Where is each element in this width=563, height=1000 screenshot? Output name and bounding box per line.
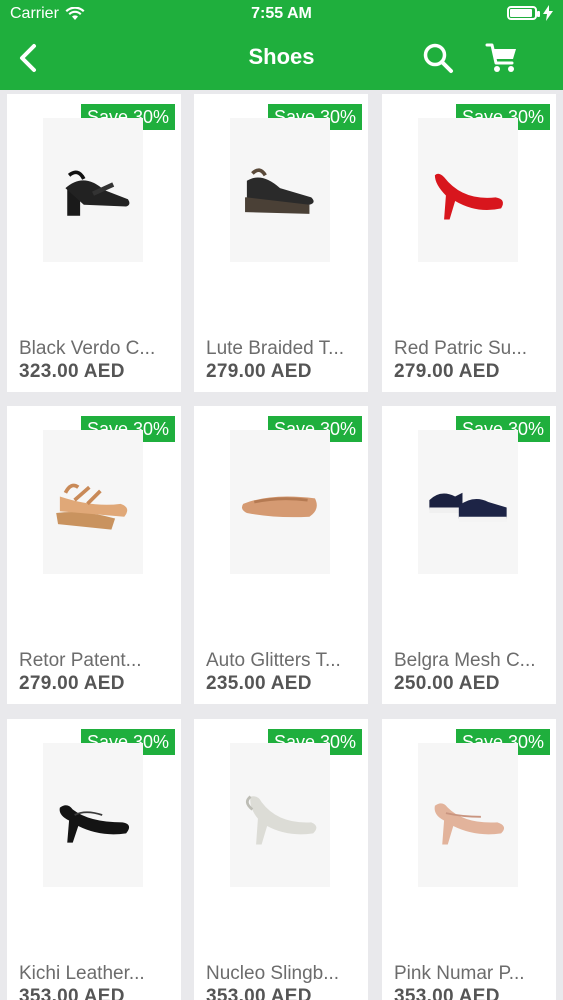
product-image — [43, 118, 143, 262]
app-header: Carrier 7:55 AM Shoes — [0, 0, 563, 90]
product-price: 353.00 AED — [19, 986, 125, 1000]
product-price: 279.00 AED — [19, 673, 125, 694]
product-price: 235.00 AED — [206, 673, 312, 694]
status-bar: Carrier 7:55 AM — [0, 0, 563, 28]
slingback-image — [245, 795, 317, 845]
battery-icon — [507, 6, 540, 20]
product-name: Pink Numar P... — [394, 963, 525, 984]
product-name: Black Verdo C... — [19, 338, 156, 359]
product-name: Lute Braided T... — [206, 338, 345, 359]
product-price: 279.00 AED — [206, 361, 312, 382]
product-image — [418, 118, 518, 262]
product-image — [230, 430, 330, 574]
product-price: 323.00 AED — [19, 361, 125, 382]
product-name: Kichi Leather... — [19, 963, 145, 984]
battery-indicator — [507, 5, 553, 21]
sandal-heel-image — [65, 170, 130, 216]
product-price: 250.00 AED — [394, 673, 500, 694]
product-card[interactable]: Save 30% Nucleo Slingb... 353.00 AED — [194, 719, 368, 1000]
product-name: Belgra Mesh C... — [394, 650, 536, 671]
page-title: Shoes — [248, 44, 315, 69]
product-name: Retor Patent... — [19, 650, 142, 671]
cart-icon — [485, 43, 516, 72]
product-card[interactable]: Save 30% Belgra Mesh C... 250.00 AED — [382, 406, 556, 704]
product-image — [43, 430, 143, 574]
product-card[interactable]: Save 30% Kichi Leather... 353.00 AED — [7, 719, 181, 1000]
product-price: 353.00 AED — [394, 986, 500, 1000]
cart-button[interactable] — [482, 38, 522, 78]
product-card[interactable]: Save 30% Lute Braided T... 279.00 AED — [194, 94, 368, 392]
product-price: 353.00 AED — [206, 986, 312, 1000]
clock: 7:55 AM — [251, 5, 312, 22]
product-card[interactable]: Save 30% Pink Numar P... 353.00 AED — [382, 719, 556, 1000]
product-card[interactable]: Save 30% Red Patric Su... 279.00 AED — [382, 94, 556, 392]
search-icon — [423, 43, 453, 73]
product-image — [418, 743, 518, 887]
nav-bar: Shoes — [0, 28, 563, 88]
product-image — [418, 430, 518, 574]
product-image — [230, 743, 330, 887]
search-button[interactable] — [418, 38, 458, 78]
red-pump-image — [434, 173, 503, 220]
product-image — [230, 118, 330, 262]
sneaker-image — [429, 492, 507, 523]
product-name: Red Patric Su... — [394, 338, 528, 359]
wedge-sandal-image — [245, 168, 314, 214]
product-grid: Save 30% Black Verdo C... 323.00 AED Sav… — [0, 90, 563, 1000]
product-name: Nucleo Slingb... — [206, 963, 340, 984]
product-price: 279.00 AED — [394, 361, 500, 382]
black-pump-image — [59, 805, 130, 843]
product-card[interactable]: Save 30% Retor Patent... 279.00 AED — [7, 406, 181, 704]
flat-shoe-image — [241, 496, 317, 518]
product-name: Auto Glitters T... — [206, 650, 341, 671]
product-image — [43, 743, 143, 887]
charging-icon — [543, 5, 553, 21]
wedge-strap-image — [56, 483, 128, 530]
product-card[interactable]: Save 30% Auto Glitters T... 235.00 AED — [194, 406, 368, 704]
product-card[interactable]: Save 30% Black Verdo C... 323.00 AED — [7, 94, 181, 392]
pink-pump-image — [434, 803, 505, 845]
